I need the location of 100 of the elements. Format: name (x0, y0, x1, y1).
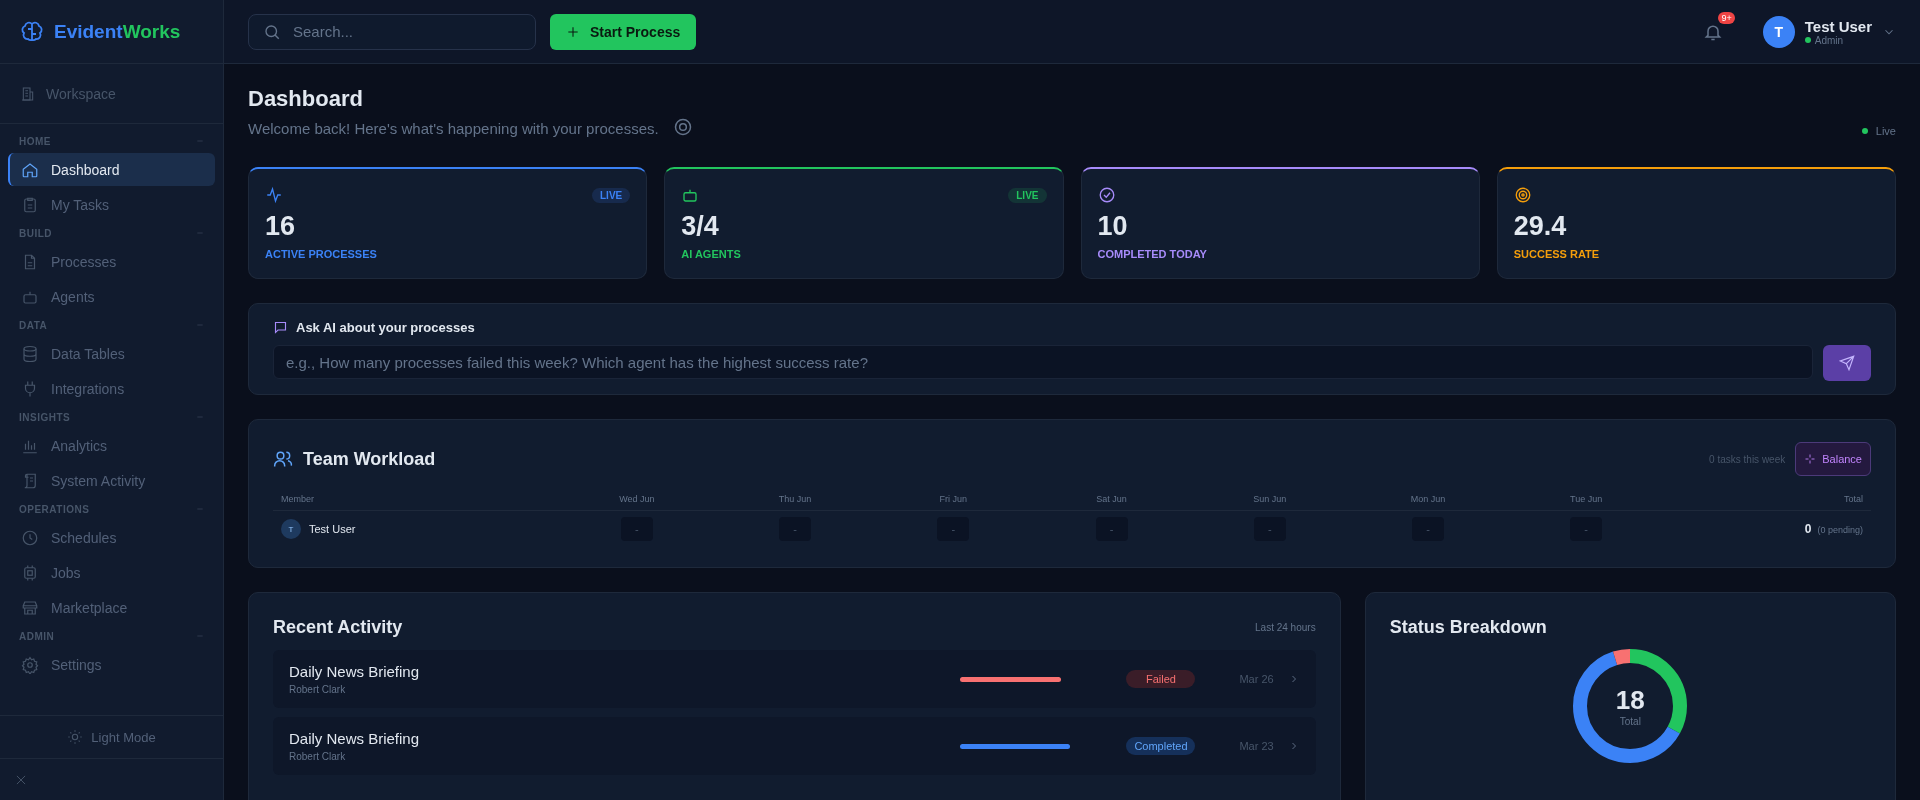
sparkle-icon (1804, 453, 1817, 465)
stat-value: 16 (265, 211, 297, 242)
plus-icon (566, 24, 580, 39)
logo-text: EvidentWorks (54, 20, 181, 43)
activity-name: Daily News Briefing (289, 730, 420, 747)
live-label: Live (1875, 125, 1896, 137)
live-dot (1861, 128, 1868, 134)
workload-title: Team Workload (303, 448, 436, 470)
nav-item[interactable]: Marketplace (8, 591, 215, 624)
online-dot (1804, 37, 1811, 43)
clipboard-icon (21, 195, 39, 214)
ask-ai-input[interactable]: e.g., How many processes failed this week? Which agent has the highest success rate? (273, 345, 1813, 379)
column-header: Sun Jun (1190, 488, 1349, 511)
nav-item[interactable]: Dashboard (8, 153, 215, 186)
member-avatar: T (281, 519, 301, 539)
day-cell: - (1253, 517, 1286, 541)
column-header: Total (1665, 488, 1871, 511)
column-header: Member (273, 488, 558, 511)
light-mode-button[interactable]: Light Mode (0, 715, 223, 758)
activity-owner: Robert Clark (289, 684, 347, 695)
page-title: Dashboard (248, 86, 364, 112)
balance-button[interactable]: Balance (1795, 442, 1871, 476)
notification-badge: 9+ (1718, 11, 1735, 24)
donut-total-label: Total (1619, 716, 1641, 727)
user-name: Test User (1804, 17, 1872, 35)
brain-logo-icon (20, 19, 44, 44)
help-circle-icon (672, 117, 693, 137)
pending-count: (0 pending) (1817, 525, 1863, 535)
nav-section-title: BUILD (19, 227, 53, 239)
search-input[interactable]: Search... (291, 22, 521, 41)
nav-section-title: ADMIN (19, 630, 55, 642)
status-breakdown-title: Status Breakdown (1389, 617, 1548, 638)
day-cell: - (1412, 517, 1444, 541)
activity-date: Mar 23 (1239, 740, 1274, 752)
activity-row[interactable]: Daily News Briefing Robert Clark Completed Mar 23 (273, 717, 1316, 775)
nav-item[interactable]: Agents (8, 280, 215, 313)
target-icon (1513, 186, 1532, 204)
nav-item[interactable]: Analytics (8, 429, 215, 462)
stat-label: ACTIVE PROCESSES (265, 248, 378, 260)
nav-item[interactable]: Integrations (8, 372, 215, 405)
stat-value: 3/4 (681, 211, 720, 242)
status-badge: Failed (1126, 670, 1196, 688)
day-cell: - (620, 517, 653, 541)
nav-section-title: INSIGHTS (19, 411, 71, 423)
chip-icon (21, 563, 39, 582)
ask-ai-title: Ask AI about your processes (296, 320, 475, 335)
send-icon (1839, 355, 1855, 371)
stat-label: SUCCESS RATE (1513, 248, 1601, 260)
day-cell: - (1570, 517, 1603, 541)
live-badge: LIVE (1008, 187, 1047, 203)
column-header: Tue Jun (1507, 488, 1666, 511)
activity-owner: Robert Clark (289, 751, 347, 762)
clock-icon (21, 528, 39, 547)
chat-bubble-icon (273, 320, 288, 335)
activity-row[interactable]: Daily News Briefing Robert Clark Failed Mar 26 (273, 650, 1316, 708)
nav-item[interactable]: Schedules (8, 521, 215, 554)
activity-date: Mar 26 (1239, 673, 1274, 685)
day-cell: - (1095, 517, 1128, 541)
send-button[interactable] (1823, 345, 1871, 381)
live-badge: LIVE (592, 187, 631, 203)
column-header: Fri Jun (874, 488, 1033, 511)
total-count: 0 (1804, 522, 1812, 536)
user-role: Admin (1814, 34, 1844, 46)
day-cell: - (779, 517, 812, 541)
workspace-link[interactable]: Workspace (46, 85, 116, 102)
activity-name: Daily News Briefing (289, 663, 420, 680)
check-circle-icon (1097, 186, 1116, 204)
stat-value: 10 (1097, 211, 1129, 242)
column-header: Thu Jun (716, 488, 875, 511)
database-icon (21, 344, 39, 363)
nav-section-title: HOME (19, 135, 51, 147)
sun-icon (67, 729, 84, 745)
nav-item[interactable]: System Activity (8, 464, 215, 497)
member-name: Test User (309, 523, 356, 535)
start-process-button[interactable]: Start Process (550, 13, 697, 50)
page-subtitle: Welcome back! Here's what's happening with your processes. (248, 120, 659, 137)
day-cell: - (937, 517, 970, 541)
users-icon (273, 449, 293, 469)
nav-item[interactable]: Processes (8, 245, 215, 278)
column-header: Mon Jun (1348, 488, 1508, 511)
stat-value: 29.4 (1513, 211, 1568, 242)
nav-section-title: OPERATIONS (19, 503, 90, 515)
search-icon (263, 22, 281, 41)
nav-item[interactable]: Jobs (8, 556, 215, 589)
status-badge: Completed (1126, 737, 1196, 755)
nav-item[interactable]: Data Tables (8, 337, 215, 370)
column-header: Sat Jun (1032, 488, 1191, 511)
nav-item[interactable]: My Tasks (8, 188, 215, 221)
user-avatar[interactable]: T (1762, 15, 1795, 48)
search-field[interactable]: Search... (248, 13, 536, 50)
activity-icon (265, 186, 283, 204)
stat-label: COMPLETED TODAY (1097, 248, 1208, 260)
stat-label: AI AGENTS (681, 248, 742, 260)
column-header: Wed Jun (557, 488, 716, 511)
building-icon (20, 85, 36, 102)
activity-title: Recent Activity (273, 617, 403, 638)
nav-section-title: DATA (19, 319, 48, 331)
donut-total: 18 (1615, 685, 1645, 716)
nav-item[interactable]: Settings (8, 648, 215, 681)
activity-range: Last 24 hours (1255, 622, 1316, 633)
